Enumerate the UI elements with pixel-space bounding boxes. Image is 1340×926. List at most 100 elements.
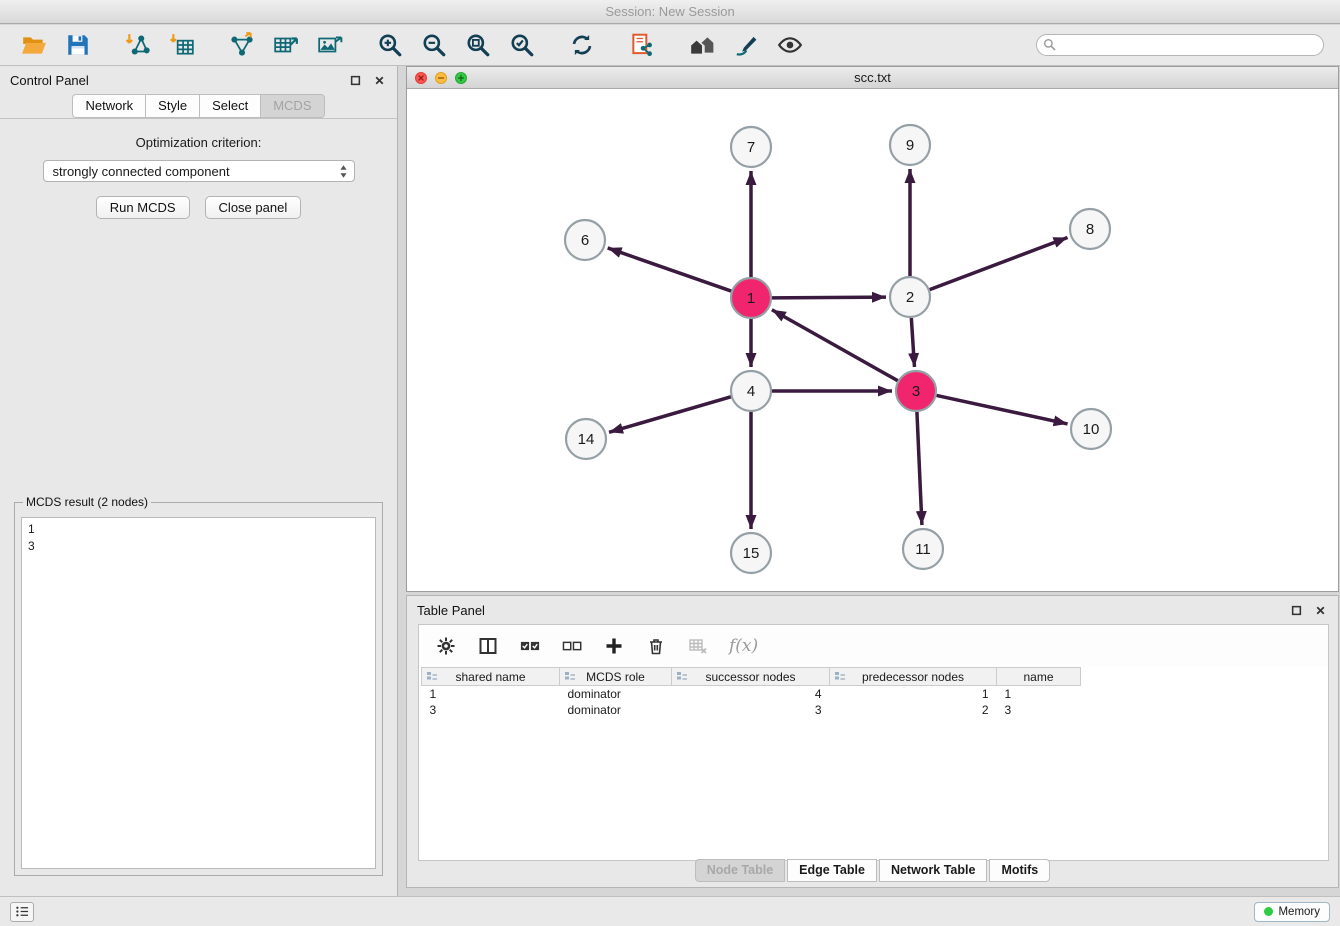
cell-name[interactable]: 3 bbox=[997, 702, 1081, 718]
graph-edge-4-14[interactable] bbox=[609, 397, 731, 432]
column-header-shared-name[interactable]: shared name bbox=[422, 668, 560, 686]
graph-edge-2-8[interactable] bbox=[930, 237, 1068, 289]
column-header-predecessor-nodes[interactable]: predecessor nodes bbox=[830, 668, 997, 686]
float-table-panel-icon[interactable] bbox=[1288, 602, 1304, 618]
apply-function-icon: f(x) bbox=[729, 636, 758, 656]
tab-motifs[interactable]: Motifs bbox=[989, 859, 1050, 882]
graph-node-10[interactable]: 10 bbox=[1071, 409, 1111, 449]
cell-predecessor-nodes[interactable]: 1 bbox=[830, 686, 997, 702]
mcds-result-title: MCDS result (2 nodes) bbox=[23, 495, 151, 509]
tab-style[interactable]: Style bbox=[145, 94, 199, 118]
mcds-result-fieldset: MCDS result (2 nodes) 1 3 bbox=[14, 495, 383, 876]
zoom-out-icon[interactable] bbox=[419, 30, 449, 60]
show-hide-icon[interactable] bbox=[775, 30, 805, 60]
export-network-icon[interactable] bbox=[227, 30, 257, 60]
cell-predecessor-nodes[interactable]: 2 bbox=[830, 702, 997, 718]
mcds-panel-body: Optimization criterion: strongly connect… bbox=[0, 119, 397, 219]
graph-edge-3-10[interactable] bbox=[937, 395, 1068, 423]
float-panel-icon[interactable] bbox=[347, 72, 363, 88]
close-table-panel-icon[interactable] bbox=[1312, 602, 1328, 618]
graph-node-label: 10 bbox=[1083, 421, 1100, 438]
cell-successor-nodes[interactable]: 3 bbox=[672, 702, 830, 718]
tab-network-table[interactable]: Network Table bbox=[879, 859, 988, 882]
graph-node-7[interactable]: 7 bbox=[731, 127, 771, 167]
cell-shared-name[interactable]: 3 bbox=[422, 702, 560, 718]
cell-mcds-role[interactable]: dominator bbox=[560, 702, 672, 718]
annotations-icon[interactable] bbox=[731, 30, 761, 60]
column-type-icon bbox=[676, 671, 688, 683]
network-window: scc.txt 7 9 6 8 1 2 4 3 14 10 15 11 bbox=[406, 66, 1339, 592]
graph-edge-3-1[interactable] bbox=[772, 310, 898, 381]
zoom-selected-icon[interactable] bbox=[507, 30, 537, 60]
cell-name[interactable]: 1 bbox=[997, 686, 1081, 702]
graph-node-1[interactable]: 1 bbox=[731, 278, 771, 318]
table-toolbar: f(x) bbox=[419, 625, 1328, 667]
optimization-criterion-label: Optimization criterion: bbox=[0, 135, 397, 150]
export-table-icon[interactable] bbox=[271, 30, 301, 60]
table-row[interactable]: 1dominator411 bbox=[422, 686, 1081, 702]
tab-node-table[interactable]: Node Table bbox=[695, 859, 785, 882]
graph-edge-2-3[interactable] bbox=[911, 318, 914, 367]
apply-layout-icon[interactable] bbox=[567, 30, 597, 60]
memory-button[interactable]: Memory bbox=[1254, 902, 1330, 922]
graph-node-11[interactable]: 11 bbox=[903, 529, 943, 569]
graph-node-9[interactable]: 9 bbox=[890, 125, 930, 165]
export-image-icon[interactable] bbox=[315, 30, 345, 60]
window-close-icon[interactable] bbox=[415, 72, 427, 84]
close-panel-button[interactable]: Close panel bbox=[205, 196, 302, 219]
cell-mcds-role[interactable]: dominator bbox=[560, 686, 672, 702]
tab-mcds[interactable]: MCDS bbox=[260, 94, 324, 118]
graph-node-label: 6 bbox=[581, 232, 589, 249]
tab-edge-table[interactable]: Edge Table bbox=[787, 859, 877, 882]
split-columns-icon[interactable] bbox=[477, 635, 499, 657]
criterion-select[interactable]: strongly connected component bbox=[43, 160, 355, 182]
cell-successor-nodes[interactable]: 4 bbox=[672, 686, 830, 702]
graph-node-6[interactable]: 6 bbox=[565, 220, 605, 260]
window-zoom-icon[interactable] bbox=[455, 72, 467, 84]
cell-shared-name[interactable]: 1 bbox=[422, 686, 560, 702]
graph-node-3[interactable]: 3 bbox=[896, 371, 936, 411]
add-row-icon[interactable] bbox=[603, 635, 625, 657]
criterion-value: strongly connected component bbox=[53, 164, 339, 179]
graph-node-label: 4 bbox=[747, 383, 755, 400]
column-header-mcds-role[interactable]: MCDS role bbox=[560, 668, 672, 686]
search-input[interactable] bbox=[1036, 34, 1324, 56]
task-history-icon[interactable] bbox=[10, 902, 34, 922]
import-table-icon[interactable] bbox=[167, 30, 197, 60]
zoom-in-icon[interactable] bbox=[375, 30, 405, 60]
import-network-icon[interactable] bbox=[123, 30, 153, 60]
table-panel-header: Table Panel bbox=[407, 596, 1338, 624]
select-all-rows-icon[interactable] bbox=[519, 635, 541, 657]
graph-edge-3-11[interactable] bbox=[917, 412, 922, 525]
graph-node-2[interactable]: 2 bbox=[890, 277, 930, 317]
graph-edge-1-6[interactable] bbox=[608, 248, 732, 291]
network-window-title: scc.txt bbox=[407, 70, 1338, 85]
zoom-fit-icon[interactable] bbox=[463, 30, 493, 60]
run-mcds-button[interactable]: Run MCDS bbox=[96, 196, 190, 219]
column-header-name[interactable]: name bbox=[997, 668, 1081, 686]
table-settings-icon[interactable] bbox=[435, 635, 457, 657]
delete-rows-icon[interactable] bbox=[645, 635, 667, 657]
open-file-icon[interactable] bbox=[19, 30, 49, 60]
deselect-all-rows-icon[interactable] bbox=[561, 635, 583, 657]
node-table: shared name MCDS role successor nodes pr… bbox=[421, 667, 1081, 718]
copy-view-icon[interactable] bbox=[627, 30, 657, 60]
control-panel-tabs: Network Style Select MCDS bbox=[0, 94, 397, 119]
graph-node-15[interactable]: 15 bbox=[731, 533, 771, 573]
first-neighbors-icon[interactable] bbox=[687, 30, 717, 60]
tab-network[interactable]: Network bbox=[72, 94, 145, 118]
save-session-icon[interactable] bbox=[63, 30, 93, 60]
tab-select[interactable]: Select bbox=[199, 94, 260, 118]
table-row[interactable]: 3dominator323 bbox=[422, 702, 1081, 718]
status-bar: Memory bbox=[0, 896, 1340, 926]
graph-node-8[interactable]: 8 bbox=[1070, 209, 1110, 249]
graph-node-4[interactable]: 4 bbox=[731, 371, 771, 411]
graph-node-14[interactable]: 14 bbox=[566, 419, 606, 459]
network-canvas[interactable]: 7 9 6 8 1 2 4 3 14 10 15 11 bbox=[407, 89, 1338, 591]
close-panel-icon[interactable] bbox=[371, 72, 387, 88]
column-header-successor-nodes[interactable]: successor nodes bbox=[672, 668, 830, 686]
search-icon bbox=[1043, 38, 1056, 51]
window-minimize-icon[interactable] bbox=[435, 72, 447, 84]
graph-edge-1-2[interactable] bbox=[772, 297, 886, 298]
network-window-titlebar[interactable]: scc.txt bbox=[407, 67, 1338, 89]
